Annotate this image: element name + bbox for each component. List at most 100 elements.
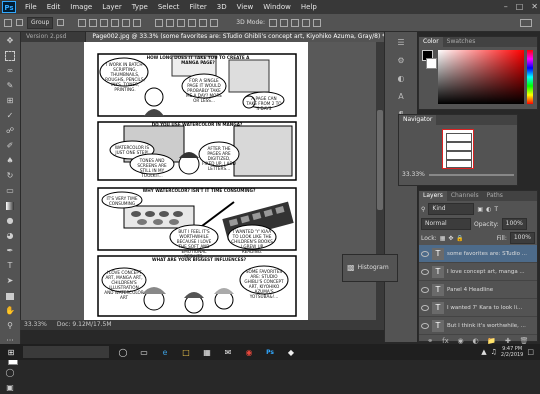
workspace-switcher-icon[interactable] (520, 18, 532, 27)
eye-icon[interactable] (421, 304, 429, 311)
menu-file[interactable]: File (20, 3, 42, 11)
menu-layer[interactable]: Layer (97, 3, 127, 11)
canvas-scroll-thumb[interactable] (377, 110, 383, 210)
menu-3d[interactable]: 3D (212, 3, 232, 11)
edge-icon[interactable]: e (158, 346, 172, 358)
app-icon[interactable]: ◆ (284, 346, 298, 358)
menu-select[interactable]: Select (153, 3, 185, 11)
tab-navigator[interactable]: Navigator (399, 115, 437, 125)
history-brush-tool-icon[interactable]: ↻ (4, 170, 16, 182)
layer-row[interactable]: T I love concept art, manga ... (419, 263, 537, 281)
screen-mode-icon[interactable]: ▣ (4, 382, 16, 394)
brush-tool-icon[interactable]: ✐ (4, 140, 16, 152)
fill-input[interactable]: 100% (509, 232, 535, 244)
navigator-preview[interactable] (442, 129, 474, 169)
distribute-hcenter-icon[interactable] (199, 18, 208, 27)
lock-all-icon[interactable]: 🔒 (456, 235, 463, 242)
eye-icon[interactable] (421, 268, 429, 275)
layer-filter-kind[interactable]: Kind (428, 203, 475, 215)
lock-pixels-icon[interactable]: ▦ (440, 235, 446, 242)
quick-select-tool-icon[interactable]: ✎ (4, 80, 16, 92)
distribute-vcenter-icon[interactable] (166, 18, 175, 27)
volume-icon[interactable]: ♫ (491, 348, 497, 356)
properties-panel-icon[interactable]: ⚙ (394, 56, 408, 68)
tab-color[interactable]: Color (419, 37, 443, 47)
cortana-icon[interactable]: ◯ (116, 346, 130, 358)
clone-stamp-tool-icon[interactable]: ♠ (4, 155, 16, 167)
3d-roll-icon[interactable] (280, 18, 288, 27)
distribute-bottom-icon[interactable] (177, 18, 186, 27)
blur-tool-icon[interactable]: ● (4, 215, 16, 227)
align-vcenter-icon[interactable] (89, 18, 98, 27)
chrome-icon[interactable]: ◉ (242, 346, 256, 358)
eye-icon[interactable] (421, 322, 429, 329)
windows-start-icon[interactable]: ⊞ (4, 346, 18, 358)
navigator-zoom[interactable]: 33.33% (402, 171, 425, 178)
color-field[interactable] (438, 50, 524, 104)
pen-tool-icon[interactable]: ✒ (4, 245, 16, 257)
tab-layers[interactable]: Layers (419, 191, 447, 201)
zoom-tool-icon[interactable]: ⚲ (4, 320, 16, 332)
mail-icon[interactable]: ✉ (221, 346, 235, 358)
3d-orbit-icon[interactable] (269, 18, 277, 27)
filter-pixel-icon[interactable]: ▣ (477, 206, 483, 213)
type-tool-icon[interactable]: T (4, 260, 16, 272)
move-tool-icon[interactable]: ✥ (4, 35, 16, 47)
menu-image[interactable]: Image (65, 3, 97, 11)
menu-window[interactable]: Window (258, 3, 296, 11)
adjustments-panel-icon[interactable]: ◐ (394, 74, 408, 86)
distribute-right-icon[interactable] (210, 18, 219, 27)
zoom-level[interactable]: 33.33% (24, 320, 47, 330)
file-explorer-icon[interactable]: □ (179, 346, 193, 358)
notifications-icon[interactable]: □ (527, 348, 534, 356)
transform-controls-checkbox[interactable] (57, 19, 65, 26)
shape-tool-icon[interactable] (4, 290, 16, 302)
hand-tool-icon[interactable]: ✋ (4, 305, 16, 317)
layer-row[interactable]: T some favorites are: STudio ... (419, 245, 537, 263)
move-tool-icon[interactable] (4, 18, 12, 27)
align-left-icon[interactable] (111, 18, 120, 27)
3d-pan-icon[interactable] (291, 18, 299, 27)
quick-mask-icon[interactable]: ◯ (4, 367, 16, 379)
store-icon[interactable]: ▦ (200, 346, 214, 358)
clock-date[interactable]: 2/2/2019 (501, 352, 523, 358)
opacity-input[interactable]: 100% (501, 218, 527, 230)
minimize-icon[interactable]: – (504, 0, 508, 14)
layer-row[interactable]: T Panel 4 Headline (419, 281, 537, 299)
menu-edit[interactable]: Edit (42, 3, 66, 11)
layer-row[interactable]: T I wanted 7' Kara to look li... (419, 299, 537, 317)
lasso-tool-icon[interactable]: ∞ (4, 65, 16, 77)
lock-position-icon[interactable]: ✥ (448, 235, 453, 242)
histogram-panel-collapsed[interactable]: ▩ Histogram (342, 254, 398, 282)
character-panel-icon[interactable]: A (394, 92, 408, 104)
distribute-left-icon[interactable] (188, 18, 197, 27)
align-top-icon[interactable] (78, 18, 87, 27)
filter-type-icon[interactable]: T (494, 206, 498, 213)
fg-bg-colors[interactable] (422, 50, 437, 70)
navigator-zoom-slider[interactable] (428, 173, 514, 176)
healing-brush-tool-icon[interactable]: ☍ (4, 125, 16, 137)
tab-channels[interactable]: Channels (447, 191, 483, 201)
taskbar-search-box[interactable] (23, 346, 109, 358)
eyedropper-tool-icon[interactable]: ✓ (4, 110, 16, 122)
blend-mode-select[interactable]: Normal (421, 218, 471, 230)
network-icon[interactable]: ▲ (481, 348, 486, 356)
menu-filter[interactable]: Filter (184, 3, 211, 11)
distribute-top-icon[interactable] (155, 18, 164, 27)
menu-view[interactable]: View (232, 3, 259, 11)
gradient-tool-icon[interactable] (4, 200, 16, 212)
history-panel-icon[interactable]: ☰ (394, 38, 408, 50)
tab-version2[interactable]: Version 2.psd (20, 32, 87, 42)
menu-type[interactable]: Type (127, 3, 153, 11)
tab-paths[interactable]: Paths (483, 191, 507, 201)
hue-slider[interactable] (527, 50, 533, 104)
layer-row[interactable]: T But I think it's worthwhile, ... (419, 317, 537, 335)
crop-tool-icon[interactable]: ⊞ (4, 95, 16, 107)
marquee-tool-icon[interactable] (4, 50, 16, 62)
align-right-icon[interactable] (133, 18, 142, 27)
maximize-icon[interactable]: □ (516, 0, 524, 14)
3d-scale-icon[interactable] (313, 18, 321, 27)
menu-help[interactable]: Help (296, 3, 322, 11)
auto-select-dropdown[interactable]: Group (27, 16, 54, 29)
auto-select-checkbox[interactable] (16, 19, 23, 26)
